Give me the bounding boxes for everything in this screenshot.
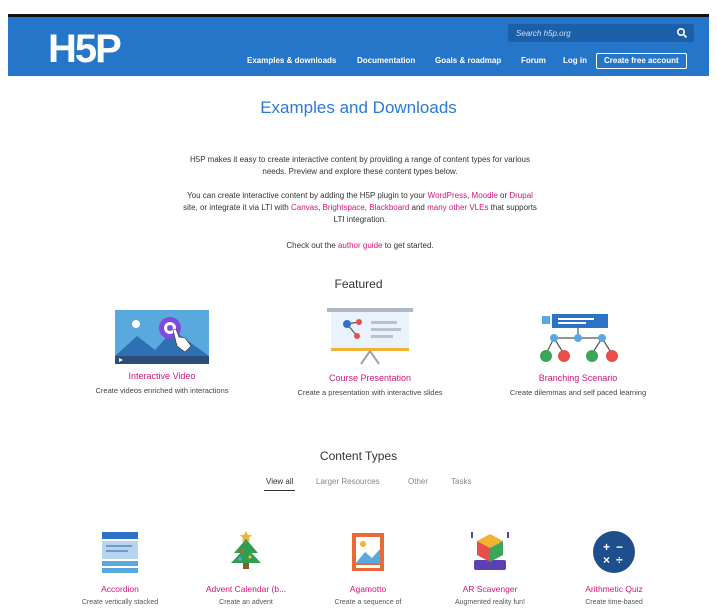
link-canvas[interactable]: Canvas — [291, 203, 318, 212]
featured-name[interactable]: Course Presentation — [295, 373, 445, 383]
course-presentation-icon — [327, 308, 413, 365]
content-type-name[interactable]: Agamotto — [308, 584, 428, 594]
ar-cube-icon — [471, 532, 509, 570]
svg-text:×: × — [603, 553, 610, 567]
accordion-icon — [102, 532, 138, 573]
link-author-guide[interactable]: author guide — [338, 241, 382, 250]
content-type-ar-scavenger[interactable]: AR Scavenger Augmented reality fun! — [430, 529, 550, 606]
content-type-desc: Create vertically stacked — [81, 599, 159, 606]
content-type-name[interactable]: Accordion — [60, 584, 180, 594]
featured-interactive-video[interactable]: Interactive Video Create videos enriched… — [87, 310, 237, 396]
link-brightspace[interactable]: Brightspace — [323, 203, 365, 212]
featured-desc: Create videos enriched with interactions — [95, 386, 229, 395]
content-type-name[interactable]: Arithmetic Quiz — [554, 584, 674, 594]
content-type-desc: Create a sequence of — [334, 599, 402, 606]
tab-other[interactable]: Other — [408, 477, 428, 486]
nav-examples-downloads[interactable]: Examples & downloads — [247, 53, 336, 69]
christmas-tree-icon — [231, 531, 261, 569]
featured-course-presentation[interactable]: Course Presentation Create a presentatio… — [295, 308, 445, 398]
branching-scenario-icon — [540, 314, 618, 362]
featured-name[interactable]: Interactive Video — [87, 371, 237, 381]
link-many-other-vles[interactable]: many other VLEs — [427, 203, 488, 212]
tab-larger-resources[interactable]: Larger Resources — [316, 477, 380, 486]
svg-text:÷: ÷ — [616, 553, 623, 567]
intro-paragraph-1: H5P makes it easy to create interactive … — [189, 155, 531, 176]
intro-paragraph-2: You can create interactive content by ad… — [183, 191, 537, 224]
page-title: Examples and Downloads — [260, 98, 457, 117]
link-drupal[interactable]: Drupal — [509, 191, 533, 200]
content-type-accordion[interactable]: Accordion Create vertically stacked — [60, 529, 180, 606]
content-type-advent-calendar[interactable]: Advent Calendar (b... Create an advent — [186, 529, 306, 606]
link-wordpress[interactable]: WordPress — [428, 191, 467, 200]
svg-text:−: − — [616, 540, 623, 554]
tab-tasks[interactable]: Tasks — [451, 477, 471, 486]
search-icon[interactable] — [676, 27, 688, 39]
content-type-desc: Create an advent — [219, 599, 273, 606]
featured-branching-scenario[interactable]: Branching Scenario Create dilemmas and s… — [503, 310, 653, 398]
link-moodle[interactable]: Moodle — [472, 191, 498, 200]
svg-text:H5P: H5P — [48, 27, 121, 70]
content-type-agamotto[interactable]: Agamotto Create a sequence of — [308, 529, 428, 606]
content-type-tabs: View all Larger Resources Other Tasks — [0, 477, 717, 493]
svg-text:+: + — [603, 540, 610, 554]
content-type-name[interactable]: Advent Calendar (b... — [186, 584, 306, 594]
nav-goals-roadmap[interactable]: Goals & roadmap — [435, 53, 501, 69]
featured-desc: Create a presentation with interactive s… — [297, 388, 443, 397]
arithmetic-icon: + − × ÷ — [593, 531, 635, 573]
intro-paragraph-3: Check out the author guide to get starte… — [286, 241, 434, 250]
nav-forum[interactable]: Forum — [521, 53, 546, 69]
search-box — [508, 24, 694, 42]
featured-heading: Featured — [334, 277, 383, 291]
interactive-video-icon — [115, 310, 209, 364]
content-type-desc: Augmented reality fun! — [454, 599, 526, 606]
content-type-name[interactable]: AR Scavenger — [430, 584, 550, 594]
featured-desc: Create dilemmas and self paced learning — [509, 388, 647, 397]
create-account-button[interactable]: Create free account — [596, 53, 687, 69]
tab-view-all[interactable]: View all — [264, 477, 296, 491]
featured-name[interactable]: Branching Scenario — [503, 373, 653, 383]
site-header: H5P Examples & downloads Documentation G… — [8, 17, 709, 76]
h5p-logo[interactable]: H5P — [46, 24, 142, 70]
content-type-desc: Create time-based — [585, 599, 643, 606]
nav-documentation[interactable]: Documentation — [357, 53, 415, 69]
search-input[interactable] — [516, 24, 666, 42]
content-type-arithmetic-quiz[interactable]: + − × ÷ Arithmetic Quiz Create time-base… — [554, 529, 674, 606]
image-sequence-icon — [352, 533, 384, 571]
nav-log-in[interactable]: Log in — [563, 53, 587, 69]
link-blackboard[interactable]: Blackboard — [369, 203, 409, 212]
content-types-heading: Content Types — [319, 449, 398, 463]
